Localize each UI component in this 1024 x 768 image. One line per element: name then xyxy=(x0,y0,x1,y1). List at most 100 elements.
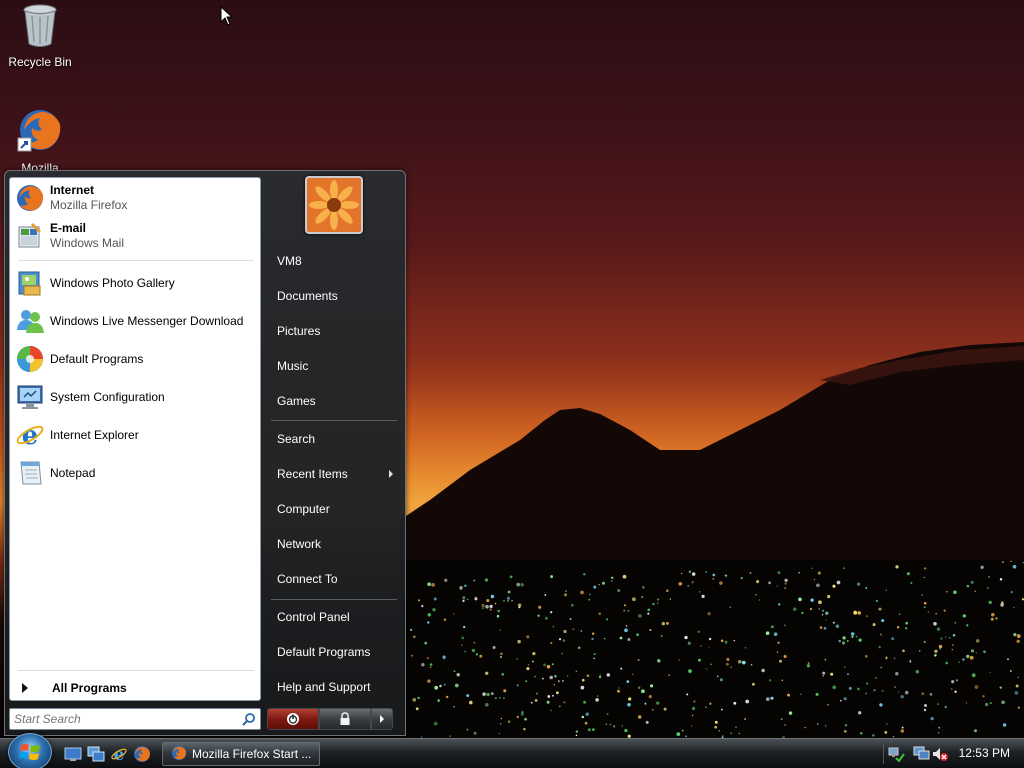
city-light xyxy=(988,600,992,605)
city-light xyxy=(531,660,534,663)
start-search-box[interactable] xyxy=(9,708,261,730)
computer-link[interactable]: Computer xyxy=(269,494,399,524)
city-light xyxy=(1016,634,1021,638)
city-light xyxy=(500,655,502,658)
user-folder-link[interactable]: VM8 xyxy=(269,246,399,276)
city-light xyxy=(745,699,750,704)
clock[interactable]: 12:53 PM xyxy=(959,746,1010,760)
city-light xyxy=(724,574,728,577)
connect-to-link[interactable]: Connect To xyxy=(269,564,399,594)
recent-notepad[interactable]: Notepad xyxy=(14,455,258,491)
recent-items-link[interactable]: Recent Items xyxy=(269,459,399,489)
city-light xyxy=(606,673,610,677)
city-light xyxy=(1000,603,1004,607)
city-light xyxy=(970,649,975,653)
network-icon[interactable] xyxy=(887,745,905,766)
recent-default-programs[interactable]: Default Programs xyxy=(14,341,258,377)
city-light xyxy=(550,709,552,712)
city-light xyxy=(1010,560,1012,563)
city-light xyxy=(891,637,895,641)
internet-explorer-icon[interactable]: e xyxy=(110,745,128,763)
city-light xyxy=(431,583,435,587)
recent-system-configuration[interactable]: System Configuration xyxy=(14,379,258,415)
city-light xyxy=(830,672,834,676)
power-button[interactable] xyxy=(267,708,319,730)
city-light xyxy=(714,720,718,724)
volume-muted-icon[interactable] xyxy=(931,745,949,766)
city-light xyxy=(765,631,770,635)
music-link[interactable]: Music xyxy=(269,351,399,381)
city-light xyxy=(730,666,732,669)
network-link[interactable]: Network xyxy=(269,529,399,559)
city-light xyxy=(421,663,425,667)
city-light xyxy=(938,726,941,729)
recent-photo-gallery[interactable]: Windows Photo Gallery xyxy=(14,265,258,301)
city-light xyxy=(966,654,970,659)
city-light xyxy=(680,572,683,575)
city-light xyxy=(554,674,557,678)
all-programs-button[interactable]: All Programs xyxy=(14,678,258,698)
help-support-link[interactable]: Help and Support xyxy=(269,672,399,702)
recent-internet-explorer[interactable]: e Internet Explorer xyxy=(14,417,258,453)
city-light xyxy=(550,611,553,614)
svg-text:e: e xyxy=(114,745,125,763)
city-light xyxy=(461,636,465,640)
user-avatar[interactable] xyxy=(305,176,363,234)
city-light xyxy=(563,701,566,704)
switch-windows-icon[interactable] xyxy=(87,745,105,763)
city-light xyxy=(412,697,417,702)
city-light xyxy=(561,653,563,655)
search-icon[interactable] xyxy=(242,712,256,729)
show-desktop-icon[interactable] xyxy=(64,745,82,763)
city-light xyxy=(856,582,861,586)
recycle-bin-shortcut[interactable]: Recycle Bin xyxy=(2,2,78,69)
city-light xyxy=(551,663,554,666)
city-light xyxy=(738,732,740,735)
pictures-link[interactable]: Pictures xyxy=(269,316,399,346)
city-light xyxy=(598,612,601,615)
city-light xyxy=(819,626,823,629)
display-icon[interactable] xyxy=(913,745,931,766)
pinned-internet[interactable]: Internet Mozilla Firefox xyxy=(14,180,258,216)
city-light xyxy=(930,716,934,721)
city-light xyxy=(701,594,705,599)
lock-button[interactable] xyxy=(319,708,371,730)
city-light xyxy=(506,596,511,600)
power-options-button[interactable] xyxy=(371,708,393,730)
taskbar-firefox-button[interactable]: Mozilla Firefox Start ... xyxy=(162,742,320,766)
control-panel-link[interactable]: Control Panel xyxy=(269,602,399,632)
city-light xyxy=(751,682,755,686)
city-light xyxy=(857,711,862,715)
city-light xyxy=(656,598,660,601)
city-light xyxy=(588,598,590,601)
city-light xyxy=(904,690,909,695)
city-light xyxy=(1015,684,1019,688)
city-light xyxy=(524,717,527,721)
pinned-email[interactable]: E-mail Windows Mail xyxy=(14,218,258,254)
city-light xyxy=(827,703,830,706)
search-link[interactable]: Search xyxy=(269,424,399,454)
default-programs-link[interactable]: Default Programs xyxy=(269,637,399,667)
city-light xyxy=(661,622,665,626)
mozilla-shortcut[interactable]: Mozilla xyxy=(2,106,78,175)
city-light xyxy=(712,573,716,577)
city-light xyxy=(730,732,733,735)
city-light xyxy=(516,582,521,587)
recent-messenger-download[interactable]: Windows Live Messenger Download xyxy=(14,303,258,339)
city-light xyxy=(705,571,707,573)
games-link[interactable]: Games xyxy=(269,386,399,416)
documents-link[interactable]: Documents xyxy=(269,281,399,311)
city-light xyxy=(781,679,784,681)
city-light xyxy=(784,582,787,585)
city-light xyxy=(975,639,980,643)
programs-pane: Internet Mozilla Firefox E-mail Windows … xyxy=(9,177,261,701)
city-light xyxy=(999,578,1003,581)
firefox-icon[interactable] xyxy=(133,745,151,763)
city-light xyxy=(652,602,655,606)
city-light xyxy=(955,679,958,682)
city-light xyxy=(686,693,689,696)
city-light xyxy=(583,700,587,704)
start-search-input[interactable] xyxy=(10,709,230,729)
start-menu: Internet Mozilla Firefox E-mail Windows … xyxy=(4,170,406,736)
start-button[interactable] xyxy=(8,733,52,768)
